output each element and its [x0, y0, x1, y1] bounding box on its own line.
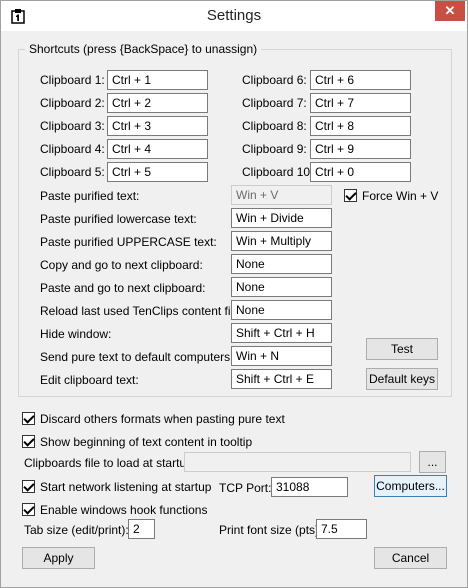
send-pure-text-label: Send pure text to default computers: [40, 350, 234, 364]
windows-hook-label: Enable windows hook functions [40, 503, 208, 517]
default-keys-button[interactable]: Default keys [366, 368, 438, 390]
print-font-label: Print font size (pts): [219, 523, 323, 537]
clipboards-file-field[interactable] [184, 452, 411, 472]
clipboard-9-label: Clipboard 9: [242, 142, 307, 156]
reload-file-field[interactable]: None [231, 300, 332, 320]
clipboard-2-field[interactable]: Ctrl + 2 [107, 93, 208, 113]
clipboard-1-label: Clipboard 1: [40, 73, 105, 87]
cancel-button[interactable]: Cancel [374, 547, 447, 569]
paste-next-field[interactable]: None [231, 277, 332, 297]
paste-purified-label: Paste purified text: [40, 189, 140, 203]
copy-next-label: Copy and go to next clipboard: [40, 258, 203, 272]
discard-formats-label: Discard others formats when pasting pure… [40, 412, 285, 426]
copy-next-field[interactable]: None [231, 254, 332, 274]
paste-uppercase-field[interactable]: Win + Multiply [231, 231, 332, 251]
reload-file-label: Reload last used TenClips content file: [40, 304, 244, 318]
clipboard-7-label: Clipboard 7: [242, 96, 307, 110]
clipboard-4-field[interactable]: Ctrl + 4 [107, 139, 208, 159]
print-font-field[interactable]: 7.5 [316, 519, 367, 539]
shortcuts-legend: Shortcuts (press {BackSpace} to unassign… [25, 42, 262, 56]
tab-size-field[interactable]: 2 [128, 519, 155, 539]
clipboard-9-field[interactable]: Ctrl + 9 [310, 139, 411, 159]
clipboard-8-field[interactable]: Ctrl + 8 [310, 116, 411, 136]
title-bar[interactable]: Settings ✕ [1, 1, 467, 31]
clipboard-4-label: Clipboard 4: [40, 142, 105, 156]
network-listening-checkbox[interactable] [22, 480, 35, 493]
tab-size-label: Tab size (edit/print): [24, 523, 129, 537]
clipboard-6-label: Clipboard 6: [242, 73, 307, 87]
paste-lowercase-field[interactable]: Win + Divide [231, 208, 332, 228]
clipboards-file-label: Clipboards file to load at startup: [24, 456, 197, 470]
edit-clipboard-label: Edit clipboard text: [40, 373, 139, 387]
tcp-port-field[interactable]: 31088 [271, 477, 348, 497]
show-beginning-label: Show beginning of text content in toolti… [40, 435, 253, 449]
hide-window-field[interactable]: Shift + Ctrl + H [231, 323, 332, 343]
clipboard-5-field[interactable]: Ctrl + 5 [107, 162, 208, 182]
edit-clipboard-field[interactable]: Shift + Ctrl + E [231, 369, 332, 389]
paste-uppercase-label: Paste purified UPPERCASE text: [40, 235, 217, 249]
discard-formats-checkbox[interactable] [22, 412, 35, 425]
clipboard-8-label: Clipboard 8: [242, 119, 307, 133]
paste-next-label: Paste and go to next clipboard: [40, 281, 206, 295]
close-icon[interactable]: ✕ [435, 1, 465, 21]
clipboard-3-field[interactable]: Ctrl + 3 [107, 116, 208, 136]
clipboard-1-field[interactable]: Ctrl + 1 [107, 70, 208, 90]
window-title: Settings [206, 7, 262, 24]
paste-lowercase-label: Paste purified lowercase text: [40, 212, 197, 226]
clipboard-7-field[interactable]: Ctrl + 7 [310, 93, 411, 113]
network-listening-label: Start network listening at startup [40, 480, 212, 494]
windows-hook-checkbox[interactable] [22, 503, 35, 516]
clipboard-2-label: Clipboard 2: [40, 96, 105, 110]
clipboard-10-label: Clipboard 10: [242, 165, 314, 179]
hide-window-label: Hide window: [40, 327, 112, 341]
send-pure-text-field[interactable]: Win + N [231, 346, 332, 366]
browse-button[interactable]: ... [419, 451, 446, 473]
clipboard-10-field[interactable]: Ctrl + 0 [310, 162, 411, 182]
apply-button[interactable]: Apply [22, 547, 95, 569]
test-button[interactable]: Test [366, 338, 438, 360]
clipboard-3-label: Clipboard 3: [40, 119, 105, 133]
paste-purified-field[interactable]: Win + V [231, 185, 332, 205]
force-win-v-label: Force Win + V [362, 189, 439, 203]
clipboard-6-field[interactable]: Ctrl + 6 [310, 70, 411, 90]
force-win-v-checkbox[interactable] [344, 189, 357, 202]
show-beginning-checkbox[interactable] [22, 435, 35, 448]
settings-window: Settings ✕ Shortcuts (press {BackSpace} … [0, 0, 468, 588]
clipboard-5-label: Clipboard 5: [40, 165, 105, 179]
computers-button[interactable]: Computers... [374, 475, 447, 497]
tcp-port-label: TCP Port: [219, 481, 272, 495]
